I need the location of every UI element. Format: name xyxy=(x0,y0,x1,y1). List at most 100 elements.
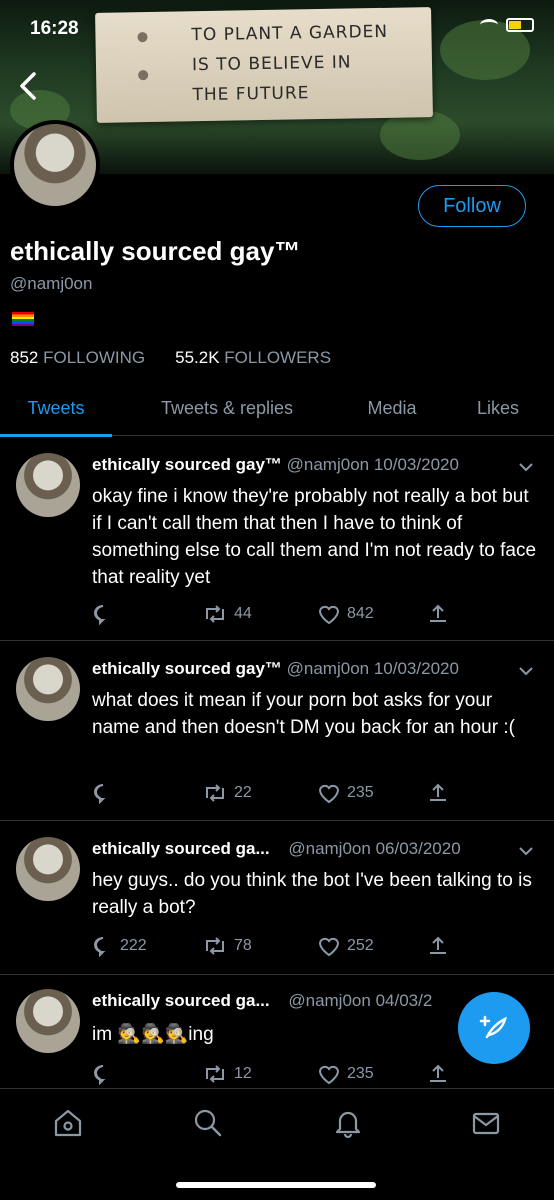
wifi-icon xyxy=(480,19,498,31)
reply-icon xyxy=(94,937,106,957)
tweet-handle: @namj0on xyxy=(286,455,370,474)
feather-plus-icon xyxy=(479,1015,507,1039)
home-indicator xyxy=(176,1182,376,1188)
tweet-avatar[interactable] xyxy=(16,453,80,517)
retweet-icon xyxy=(206,605,224,623)
tweet-item[interactable]: ethically sourced ga... @namj0on 06/03/2… xyxy=(0,821,554,975)
tweet-handle: @namj0on xyxy=(288,991,371,1010)
banner-sign: TO PLANT A GARDEN IS TO BELIEVE IN THE F… xyxy=(95,7,433,123)
retweet-count: 22 xyxy=(234,784,252,801)
heart-icon xyxy=(318,784,340,804)
tweet-header: ethically sourced ga... @namj0on 04/03/2 xyxy=(92,991,432,1011)
tab-media[interactable]: Media xyxy=(342,380,442,436)
like-count: 842 xyxy=(347,605,374,622)
tweet-avatar[interactable] xyxy=(16,657,80,721)
retweet-action[interactable]: 22 xyxy=(202,782,317,804)
tab-tweets-replies[interactable]: Tweets & replies xyxy=(112,380,342,436)
tweet-actions: 222 78 252 xyxy=(92,935,452,957)
reply-action[interactable] xyxy=(92,1063,202,1085)
sign-text-line: TO PLANT A GARDEN xyxy=(191,21,389,46)
profile-display-name: ethically sourced gay™ xyxy=(10,236,301,266)
retweet-action[interactable]: 44 xyxy=(202,603,317,625)
tweet-date: 04/03/2 xyxy=(375,991,433,1010)
share-action[interactable] xyxy=(427,603,449,625)
tweet-date: 10/03/2020 xyxy=(373,455,459,474)
tweet-header: ethically sourced ga... @namj0on 06/03/2… xyxy=(92,839,461,859)
reply-action[interactable]: 222 xyxy=(92,935,202,957)
tweet-item[interactable]: ethically sourced gay™ @namj0on 10/03/20… xyxy=(0,437,554,641)
sign-nail xyxy=(138,70,149,81)
retweet-icon xyxy=(206,784,224,802)
like-count: 252 xyxy=(347,937,374,954)
tweet-author-name: ethically sourced ga... xyxy=(92,991,270,1010)
tweet-avatar[interactable] xyxy=(16,989,80,1053)
status-time: 16:28 xyxy=(30,18,79,39)
tweet-avatar[interactable] xyxy=(16,837,80,901)
share-icon xyxy=(430,783,446,801)
tweet-text: hey guys.. do you think the bot I've bee… xyxy=(92,870,532,918)
tab-likes[interactable]: Likes xyxy=(442,380,554,436)
retweet-count: 44 xyxy=(234,605,252,622)
profile-avatar[interactable] xyxy=(10,120,100,210)
share-action[interactable] xyxy=(427,935,449,957)
chevron-down-icon[interactable] xyxy=(518,663,534,679)
tweet-date: 10/03/2020 xyxy=(373,659,459,678)
heart-icon xyxy=(318,605,340,625)
retweet-action[interactable]: 78 xyxy=(202,935,317,957)
following-stat[interactable]: 852 FOLLOWING xyxy=(10,348,145,368)
status-icons xyxy=(480,18,534,32)
messages-envelope-icon[interactable] xyxy=(470,1107,502,1139)
share-icon xyxy=(430,604,446,622)
follow-button[interactable]: Follow xyxy=(418,185,526,227)
sign-nail xyxy=(137,32,148,43)
tweet-handle: @namj0on xyxy=(288,839,371,858)
tweet-handle: @namj0on xyxy=(286,659,370,678)
reply-icon xyxy=(94,1065,106,1085)
following-label: FOLLOWING xyxy=(43,348,146,367)
sign-text-line: IS TO BELIEVE IN xyxy=(191,52,352,76)
tweet-header: ethically sourced gay™ @namj0on 10/03/20… xyxy=(92,455,459,475)
tweet-text: okay fine i know they're probably not re… xyxy=(92,486,537,588)
retweet-count: 78 xyxy=(234,937,252,954)
tweet-date: 06/03/2020 xyxy=(375,839,461,858)
back-arrow-icon[interactable] xyxy=(12,68,48,104)
reply-action[interactable] xyxy=(92,782,202,804)
followers-count: 55.2K xyxy=(175,348,220,367)
tweet-actions: 22 235 xyxy=(92,782,452,804)
retweet-icon xyxy=(206,1065,224,1083)
retweet-action[interactable]: 12 xyxy=(202,1063,317,1085)
home-icon[interactable] xyxy=(52,1107,84,1139)
like-action[interactable]: 235 xyxy=(317,782,427,804)
share-icon xyxy=(430,936,446,954)
tweet-author-name: ethically sourced ga... xyxy=(92,839,270,858)
profile-tabs: Tweets Tweets & replies Media Likes xyxy=(0,380,554,437)
share-action[interactable] xyxy=(427,1063,449,1085)
tweet-text: what does it mean if your porn bot asks … xyxy=(92,690,515,738)
like-count: 235 xyxy=(347,1065,374,1082)
share-action[interactable] xyxy=(427,782,449,804)
like-action[interactable]: 235 xyxy=(317,1063,427,1085)
chevron-down-icon[interactable] xyxy=(518,459,534,475)
search-icon[interactable] xyxy=(192,1107,224,1139)
reply-icon xyxy=(94,784,106,804)
tweet-author-name: ethically sourced gay™ xyxy=(92,659,282,678)
sign-text-line: THE FUTURE xyxy=(192,83,310,106)
like-count: 235 xyxy=(347,784,374,801)
tweet-item[interactable]: ethically sourced gay™ @namj0on 10/03/20… xyxy=(0,641,554,821)
like-action[interactable]: 252 xyxy=(317,935,427,957)
heart-icon xyxy=(318,1065,340,1085)
heart-icon xyxy=(318,937,340,957)
battery-icon xyxy=(506,18,534,32)
retweet-icon xyxy=(206,937,224,955)
rainbow-flag-icon xyxy=(12,312,34,326)
reply-count: 222 xyxy=(120,937,147,954)
following-count: 852 xyxy=(10,348,39,367)
compose-tweet-button[interactable] xyxy=(458,992,530,1064)
tab-tweets[interactable]: Tweets xyxy=(0,380,112,437)
followers-stat[interactable]: 55.2K FOLLOWERS xyxy=(175,348,331,368)
like-action[interactable]: 842 xyxy=(317,603,427,625)
chevron-down-icon[interactable] xyxy=(518,843,534,859)
profile-handle: @namj0on xyxy=(10,274,93,293)
notifications-bell-icon[interactable] xyxy=(332,1107,364,1139)
reply-action[interactable] xyxy=(92,603,202,625)
